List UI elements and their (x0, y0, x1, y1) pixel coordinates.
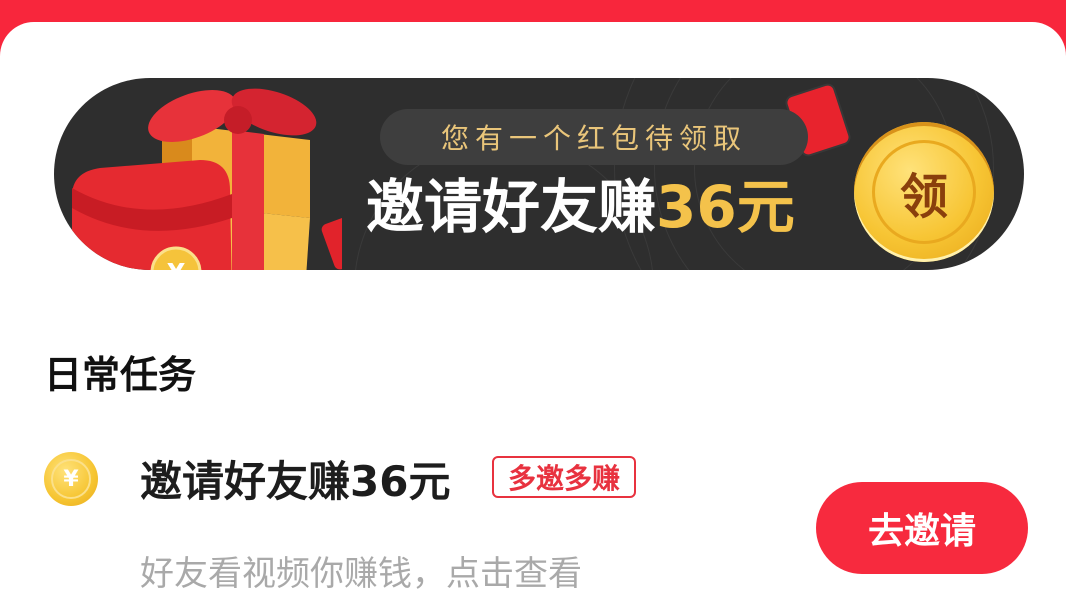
banner-headline: 邀请好友赚36元 (366, 172, 795, 242)
main-card: ¥ 您有一个红包待领取 邀请好友赚36元 领 日常任务 ¥ 邀请好友赚36元 多… (0, 22, 1066, 599)
invite-banner[interactable]: ¥ 您有一个红包待领取 邀请好友赚36元 领 (54, 78, 1024, 270)
banner-subtitle: 您有一个红包待领取 (380, 109, 808, 165)
yen-coin-icon: ¥ (44, 452, 98, 506)
claim-coin-label: 领 (872, 140, 976, 244)
task-description: 好友看视频你赚钱，点击查看 (140, 554, 582, 594)
task-title: 邀请好友赚36元 (140, 457, 451, 506)
claim-coin-button[interactable]: 领 (854, 122, 994, 262)
task-badge: 多邀多赚 (492, 456, 637, 498)
task-row: ¥ 邀请好友赚36元 多邀多赚 好友看视频你赚钱，点击查看 去邀请 (0, 442, 1066, 599)
invite-button[interactable]: 去邀请 (816, 482, 1028, 574)
gift-illustration: ¥ (72, 88, 342, 270)
headline-text: 邀请好友赚 (366, 173, 657, 241)
svg-text:¥: ¥ (167, 259, 185, 270)
section-title: 日常任务 (44, 353, 197, 397)
coin-symbol: ¥ (51, 459, 91, 499)
headline-amount: 36元 (656, 173, 795, 241)
